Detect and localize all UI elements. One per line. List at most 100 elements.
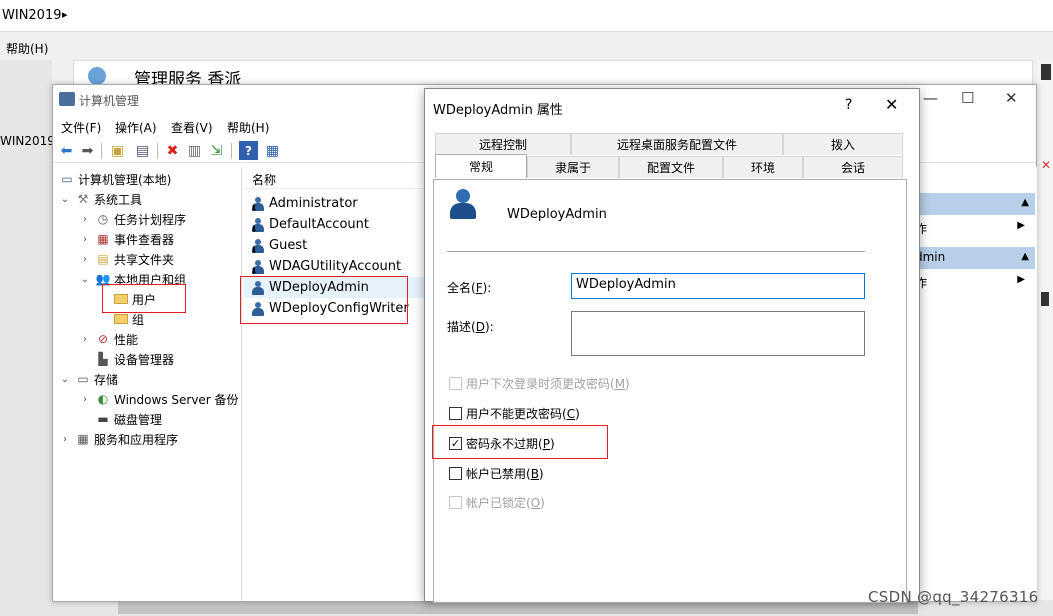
tab-profile[interactable]: 配置文件 bbox=[619, 156, 723, 178]
account-disabled-checkbox[interactable]: 帐户已禁用(B) bbox=[449, 465, 544, 482]
globe-icon bbox=[88, 67, 106, 85]
address-chevron-icon[interactable]: ▸ bbox=[62, 8, 68, 21]
export-icon[interactable]: ⇲ bbox=[207, 141, 226, 160]
description-field[interactable] bbox=[571, 311, 865, 356]
error-icon: ✕ bbox=[1041, 158, 1052, 172]
list-item[interactable]: ⬇ Administrator bbox=[244, 193, 424, 214]
tab-general[interactable]: 常规 bbox=[435, 154, 527, 178]
close-icon[interactable]: ✕ bbox=[1005, 89, 1018, 107]
tab-rds-profile[interactable]: 远程桌面服务配置文件 bbox=[571, 133, 783, 155]
chevron-right-icon[interactable]: › bbox=[79, 254, 91, 265]
user-icon bbox=[447, 189, 481, 223]
tree-item-groups[interactable]: 组 bbox=[113, 309, 144, 329]
minimize-icon[interactable]: — bbox=[923, 89, 938, 107]
checkbox-box[interactable] bbox=[449, 407, 462, 420]
menu-action[interactable]: 操作(A) bbox=[115, 119, 157, 136]
tree-item-backup[interactable]: › ◐ Windows Server 备份 bbox=[79, 389, 239, 409]
dialog-close-button[interactable]: ✕ bbox=[885, 95, 898, 114]
user-name: WDeployAdmin bbox=[269, 280, 369, 295]
tab-member-of[interactable]: 隶属于 bbox=[527, 156, 619, 178]
tree-item-disk-management[interactable]: ▬ 磁盘管理 bbox=[95, 409, 162, 429]
actions-pane: ▲ 作 ▶ dmin ▲ 作 ▶ bbox=[913, 167, 1037, 601]
tree-item-local-users-groups[interactable]: ⌄ 👥 本地用户和组 bbox=[79, 269, 186, 289]
forward-icon[interactable]: ➡ bbox=[78, 141, 97, 160]
tab-sessions[interactable]: 会话 bbox=[803, 156, 903, 178]
tree-item-performance[interactable]: › ⊘ 性能 bbox=[79, 329, 138, 349]
menu-file[interactable]: 文件(F) bbox=[61, 119, 101, 136]
help-button[interactable]: ? bbox=[845, 97, 852, 113]
tree-item-task-scheduler[interactable]: › ◷ 任务计划程序 bbox=[79, 209, 186, 229]
description-label: 描述(D): bbox=[447, 320, 494, 334]
tree-item-root[interactable]: ▭ 计算机管理(本地) bbox=[59, 169, 171, 189]
submenu-arrow-icon: ▶ bbox=[1017, 220, 1025, 231]
computer-management-icon bbox=[59, 92, 75, 106]
chevron-down-icon[interactable]: ⌄ bbox=[59, 194, 71, 205]
fullname-accesskey: F bbox=[475, 281, 483, 295]
properties-dialog: WDeployAdmin 属性 ? ✕ 远程控制 远程桌面服务配置文件 拨入 常… bbox=[424, 88, 920, 603]
delete-icon[interactable]: ✖ bbox=[163, 141, 182, 160]
address-bar[interactable]: WIN2019 ▸ bbox=[0, 0, 1053, 32]
checkbox-label: 帐户已禁用( bbox=[466, 467, 531, 481]
menu-view[interactable]: 查看(V) bbox=[171, 119, 213, 136]
actions-more[interactable]: 作 ▶ bbox=[913, 217, 1035, 237]
actions-header[interactable]: ▲ bbox=[913, 193, 1035, 215]
chevron-right-icon[interactable]: › bbox=[79, 214, 91, 225]
checkbox-box[interactable] bbox=[449, 377, 462, 390]
user-icon bbox=[250, 280, 266, 296]
tree-item-event-viewer[interactable]: › ▦ 事件查看器 bbox=[79, 229, 174, 249]
checkbox-label: 用户下次登录时须更改密码( bbox=[466, 377, 615, 391]
collapse-icon[interactable]: ▲ bbox=[1021, 251, 1029, 262]
account-locked-checkbox[interactable]: 帐户已锁定(O) bbox=[449, 494, 545, 511]
column-header-name[interactable]: 名称 bbox=[244, 167, 424, 189]
checkbox-accesskey: O bbox=[530, 495, 541, 510]
back-icon[interactable]: ⬅ bbox=[57, 141, 76, 160]
background-menu-help[interactable]: 帮助(H) bbox=[6, 40, 48, 57]
password-never-expires-checkbox[interactable]: ✓ 密码永不过期(P) bbox=[449, 435, 555, 452]
maximize-icon[interactable]: ☐ bbox=[961, 89, 974, 107]
tab-dial-in[interactable]: 拨入 bbox=[783, 133, 903, 155]
chevron-right-icon[interactable]: › bbox=[79, 394, 91, 405]
action-pane-icon[interactable]: ▦ bbox=[263, 141, 282, 160]
checkbox-label: 帐户已锁定( bbox=[466, 496, 531, 510]
tree-item-services-apps[interactable]: › ▦ 服务和应用程序 bbox=[59, 429, 178, 449]
scroll-thumb-icon[interactable] bbox=[1041, 292, 1049, 306]
tab-remote-control[interactable]: 远程控制 bbox=[435, 133, 571, 155]
chevron-right-icon[interactable]: › bbox=[59, 434, 71, 445]
actions-more-user[interactable]: 作 ▶ bbox=[913, 271, 1035, 291]
user-icon bbox=[250, 301, 266, 317]
menu-help[interactable]: 帮助(H) bbox=[227, 119, 269, 136]
list-item[interactable]: WDeployConfigWriter bbox=[244, 298, 424, 319]
tab-environment[interactable]: 环境 bbox=[723, 156, 803, 178]
chevron-right-icon[interactable]: › bbox=[79, 334, 91, 345]
tree-item-users[interactable]: 用户 bbox=[113, 289, 156, 309]
must-change-password-checkbox[interactable]: 用户下次登录时须更改密码(M) bbox=[449, 375, 630, 392]
up-folder-icon[interactable]: ▣ bbox=[108, 141, 127, 160]
tree-item-shared-folders[interactable]: › ▤ 共享文件夹 bbox=[79, 249, 174, 269]
chevron-right-icon[interactable]: › bbox=[79, 234, 91, 245]
help-icon[interactable]: ? bbox=[239, 141, 258, 160]
chevron-down-icon[interactable]: ⌄ bbox=[59, 374, 71, 385]
tree-label: 本地用户和组 bbox=[114, 272, 187, 287]
scrollbar-thumb[interactable] bbox=[118, 602, 918, 614]
tree-item-system-tools[interactable]: ⌄ ⚒ 系统工具 bbox=[59, 189, 142, 209]
tab-row-bottom: 常规 隶属于 配置文件 环境 会话 bbox=[435, 154, 903, 178]
fullname-field[interactable]: WDeployAdmin bbox=[571, 273, 865, 299]
user-icon: ⬇ bbox=[250, 238, 266, 255]
chevron-down-icon[interactable]: ⌄ bbox=[79, 274, 91, 285]
divider bbox=[447, 251, 865, 252]
checkmark-icon[interactable]: ✓ bbox=[449, 437, 462, 450]
list-item[interactable]: WDeployAdmin bbox=[244, 277, 424, 298]
tree-item-storage[interactable]: ⌄ ▭ 存储 bbox=[59, 369, 118, 389]
checkbox-accesskey: P bbox=[542, 436, 550, 451]
tree-item-device-manager[interactable]: ▙ 设备管理器 bbox=[95, 349, 174, 369]
checkbox-box[interactable] bbox=[449, 496, 462, 509]
properties-icon[interactable]: ▥ bbox=[185, 141, 204, 160]
cannot-change-password-checkbox[interactable]: 用户不能更改密码(C) bbox=[449, 405, 580, 422]
list-item[interactable]: ⬇ DefaultAccount bbox=[244, 214, 424, 235]
checkbox-box[interactable] bbox=[449, 467, 462, 480]
show-hide-tree-icon[interactable]: ▤ bbox=[133, 141, 152, 160]
actions-header-user[interactable]: dmin ▲ bbox=[913, 247, 1035, 269]
list-item[interactable]: ⬇ WDAGUtilityAccount bbox=[244, 256, 424, 277]
list-item[interactable]: ⬇ Guest bbox=[244, 235, 424, 256]
collapse-icon[interactable]: ▲ bbox=[1021, 197, 1029, 208]
